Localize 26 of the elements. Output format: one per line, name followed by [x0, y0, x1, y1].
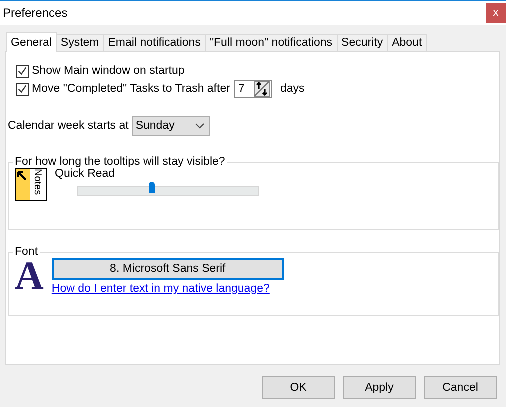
number-spinner[interactable]: 7: [234, 80, 272, 98]
dialog-button[interactable]: OK: [262, 376, 335, 399]
chevron-down-icon: [194, 123, 205, 129]
tab[interactable]: System: [56, 34, 104, 51]
unit-label: days: [280, 83, 305, 95]
checkbox-label: Show Main window on startup: [32, 65, 185, 77]
tab[interactable]: General: [6, 32, 57, 52]
group-title: Font: [14, 246, 40, 258]
close-button[interactable]: x: [486, 3, 506, 23]
field-label: Calendar week starts at: [8, 120, 129, 132]
checkbox-label: Move "Completed" Tasks to Trash after: [32, 83, 230, 95]
group-title: For how long the tooltips will stay visible?: [14, 156, 226, 168]
weekday-dropdown[interactable]: Sunday: [132, 116, 210, 136]
notes-icon: Notes: [15, 168, 47, 201]
font-button[interactable]: 8. Microsoft Sans Serif: [52, 258, 284, 280]
checkbox[interactable]: [16, 64, 29, 78]
slider-thumb[interactable]: [148, 182, 155, 193]
tab[interactable]: Security: [336, 34, 388, 51]
window-title: Preferences: [2, 6, 68, 20]
slider-label: Quick Read: [55, 168, 116, 180]
dialog-button[interactable]: Cancel: [424, 376, 497, 399]
font-letter-icon: A: [15, 260, 44, 295]
dialog-button[interactable]: Apply: [343, 376, 416, 399]
checkbox[interactable]: [16, 82, 29, 96]
tab[interactable]: About: [387, 34, 428, 51]
help-link[interactable]: How do I enter text in my native language?: [52, 283, 284, 295]
